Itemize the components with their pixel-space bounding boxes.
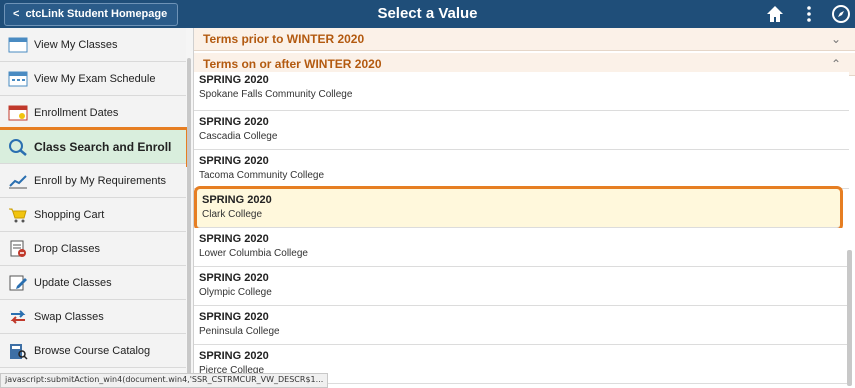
enrollment-calendar-icon bbox=[8, 105, 28, 120]
college-label: Cascadia College bbox=[199, 131, 278, 142]
chevron-down-icon: ⌄ bbox=[830, 32, 841, 46]
term-label: SPRING 2020 bbox=[199, 350, 269, 362]
sidebar-item-view-my-exam-schedule[interactable]: View My Exam Schedule bbox=[0, 62, 186, 96]
sidebar-item-label: Shopping Cart bbox=[34, 208, 105, 221]
list-item[interactable]: SPRING 2020 Tacoma Community College bbox=[194, 150, 849, 189]
catalog-icon bbox=[10, 343, 28, 360]
sidebar-item-label: View My Classes bbox=[34, 38, 118, 51]
list-item[interactable]: SPRING 2020 Olympic College bbox=[194, 267, 849, 306]
sidebar-item-drop-classes[interactable]: Drop Classes bbox=[0, 232, 186, 266]
college-label: Lower Columbia College bbox=[199, 248, 308, 259]
sidebar-item-class-search-and-enroll[interactable]: Class Search and Enroll bbox=[0, 130, 186, 164]
sidebar-item-label: Enrollment Dates bbox=[34, 106, 119, 119]
sidebar-item-label: Browse Course Catalog bbox=[34, 344, 151, 357]
list-scrollbar[interactable] bbox=[847, 250, 852, 386]
college-label: Olympic College bbox=[199, 287, 272, 298]
cart-icon bbox=[9, 208, 27, 222]
edit-icon bbox=[9, 275, 27, 290]
search-icon bbox=[9, 138, 27, 156]
sidebar-item-browse-course-catalog[interactable]: Browse Course Catalog bbox=[0, 334, 186, 368]
sidebar-item-view-my-classes[interactable]: View My Classes bbox=[0, 28, 186, 62]
sidebar: View My Classes View My Exam Schedule En… bbox=[0, 28, 194, 386]
drop-icon bbox=[10, 240, 26, 257]
group-header-prior-terms[interactable]: Terms prior to WINTER 2020 ⌄ bbox=[194, 28, 855, 51]
college-label: Clark College bbox=[202, 209, 263, 220]
swap-icon bbox=[10, 309, 26, 324]
sidebar-scrollbar[interactable] bbox=[187, 58, 191, 378]
list-item[interactable]: SPRING 2020 Lower Columbia College bbox=[194, 228, 849, 267]
term-label: SPRING 2020 bbox=[199, 233, 269, 245]
chart-icon bbox=[9, 174, 27, 188]
sidebar-item-enroll-by-my-requirements[interactable]: Enroll by My Requirements bbox=[0, 164, 186, 198]
exam-schedule-icon bbox=[8, 71, 28, 86]
sidebar-item-label: Class Search and Enroll bbox=[34, 139, 172, 154]
group-header-label: Terms on or after WINTER 2020 bbox=[203, 57, 382, 71]
sidebar-item-update-classes[interactable]: Update Classes bbox=[0, 266, 186, 300]
calendar-icon bbox=[8, 37, 28, 52]
term-label: SPRING 2020 bbox=[199, 155, 269, 167]
list-item[interactable]: SPRING 2020 Cascadia College bbox=[194, 111, 849, 150]
page-title: Select a Value bbox=[377, 5, 478, 22]
list-item[interactable]: SPRING 2020 Spokane Falls Community Coll… bbox=[194, 72, 849, 111]
list-item[interactable]: SPRING 2020 Peninsula College bbox=[194, 306, 849, 345]
sidebar-item-label: Enroll by My Requirements bbox=[34, 174, 167, 187]
list-item-selected[interactable]: SPRING 2020 Clark College bbox=[197, 189, 840, 228]
college-label: Tacoma Community College bbox=[199, 170, 325, 181]
sidebar-item-label: Update Classes bbox=[34, 276, 112, 289]
college-label: Spokane Falls Community College bbox=[199, 89, 353, 100]
home-icon[interactable] bbox=[765, 4, 785, 24]
sidebar-item-swap-classes[interactable]: Swap Classes bbox=[0, 300, 186, 334]
term-label: SPRING 2020 bbox=[199, 272, 269, 284]
college-label: Peninsula College bbox=[199, 326, 280, 337]
sidebar-item-label: View My Exam Schedule bbox=[34, 72, 156, 85]
sidebar-item-shopping-cart[interactable]: Shopping Cart bbox=[0, 198, 186, 232]
term-label: SPRING 2020 bbox=[202, 194, 272, 206]
sidebar-item-enrollment-dates[interactable]: Enrollment Dates bbox=[0, 96, 186, 130]
value-list: Terms prior to WINTER 2020 ⌄ Terms on or… bbox=[194, 28, 855, 386]
term-label: SPRING 2020 bbox=[199, 74, 269, 86]
term-label: SPRING 2020 bbox=[199, 311, 269, 323]
navbar-icon[interactable] bbox=[831, 4, 851, 24]
more-vert-icon[interactable] bbox=[799, 4, 819, 24]
group-header-label: Terms prior to WINTER 2020 bbox=[203, 32, 365, 46]
sidebar-item-label: Swap Classes bbox=[34, 310, 104, 323]
sidebar-item-label: Drop Classes bbox=[34, 242, 101, 255]
top-bar: < ctcLink Student Homepage Select a Value bbox=[0, 0, 855, 28]
term-label: SPRING 2020 bbox=[199, 116, 269, 128]
